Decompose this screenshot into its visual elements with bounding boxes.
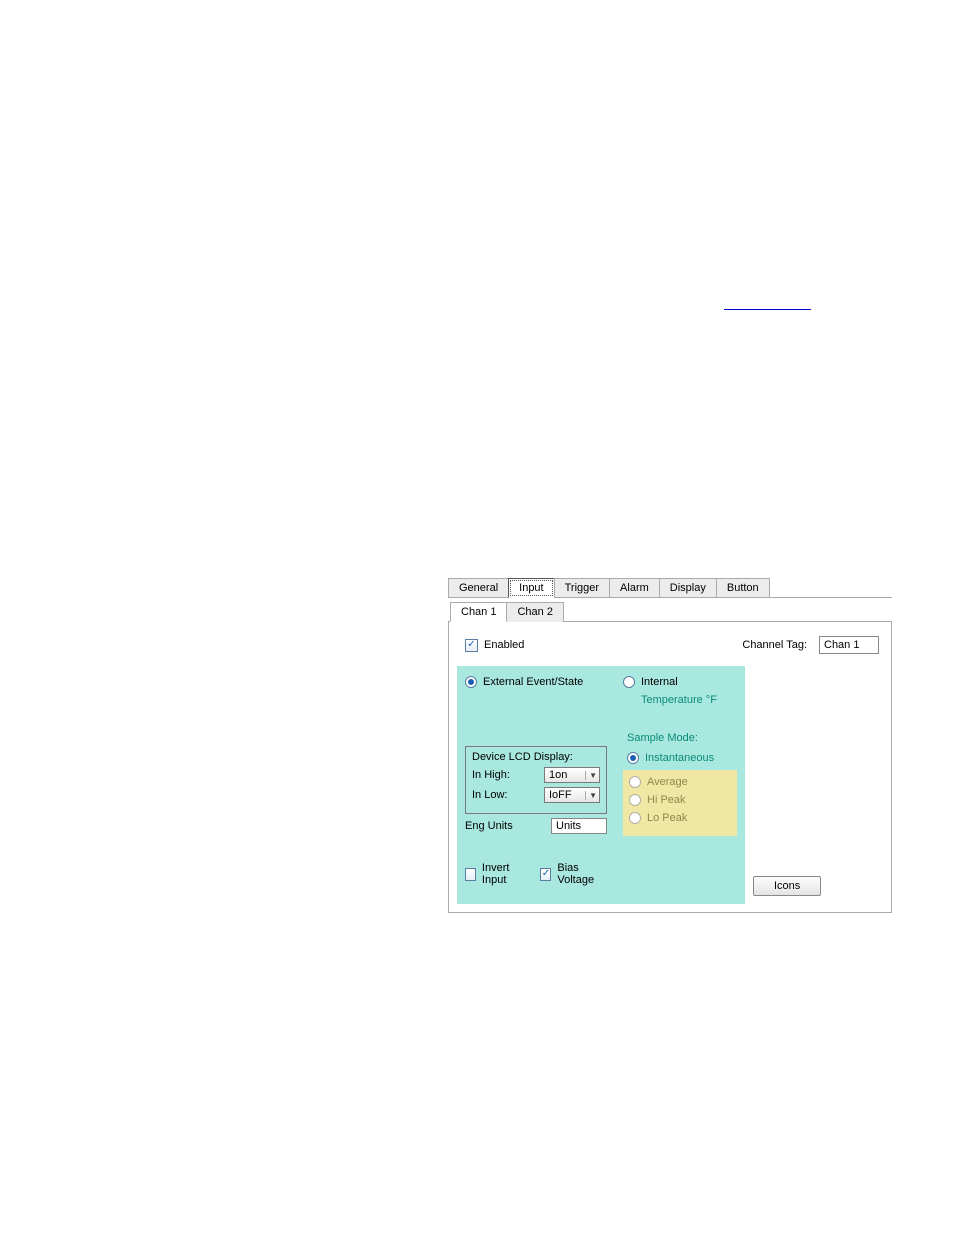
instantaneous-radio[interactable] bbox=[627, 752, 639, 764]
enabled-checkbox-group[interactable]: Enabled bbox=[465, 639, 524, 652]
tab-chan2[interactable]: Chan 2 bbox=[506, 602, 563, 622]
eng-units-input[interactable] bbox=[551, 818, 607, 834]
hi-peak-radio-row: Hi Peak bbox=[629, 794, 731, 806]
settings-tabs: General Input Trigger Alarm Display Butt… bbox=[448, 578, 892, 913]
invert-input-group[interactable]: Invert Input bbox=[465, 862, 526, 886]
in-high-value: 1on bbox=[549, 769, 567, 781]
enabled-label: Enabled bbox=[484, 639, 524, 651]
in-low-label: In Low: bbox=[472, 789, 507, 801]
external-event-radio[interactable] bbox=[465, 676, 477, 688]
decorative-underline bbox=[724, 309, 811, 310]
bias-voltage-checkbox[interactable] bbox=[540, 868, 551, 881]
instantaneous-radio-row[interactable]: Instantaneous bbox=[627, 752, 737, 764]
in-low-dropdown[interactable]: IoFF ▼ bbox=[544, 787, 600, 803]
tab-chan1[interactable]: Chan 1 bbox=[450, 602, 507, 622]
in-high-dropdown[interactable]: 1on ▼ bbox=[544, 767, 600, 783]
main-tab-row: General Input Trigger Alarm Display Butt… bbox=[448, 578, 892, 598]
tab-input[interactable]: Input bbox=[508, 578, 554, 598]
tab-display[interactable]: Display bbox=[659, 578, 717, 597]
bias-voltage-label: Bias Voltage bbox=[557, 862, 607, 886]
internal-source-column: Internal Temperature °F Sample Mode: Ins… bbox=[615, 666, 745, 904]
lo-peak-label: Lo Peak bbox=[647, 812, 687, 824]
invert-input-checkbox[interactable] bbox=[465, 868, 476, 881]
average-label: Average bbox=[647, 776, 688, 788]
enabled-checkbox[interactable] bbox=[465, 639, 478, 652]
instantaneous-label: Instantaneous bbox=[645, 752, 714, 764]
tab-trigger[interactable]: Trigger bbox=[554, 578, 610, 597]
lcd-legend: Device LCD Display: bbox=[472, 751, 600, 763]
tab-button[interactable]: Button bbox=[716, 578, 770, 597]
in-low-value: IoFF bbox=[549, 789, 572, 801]
channel-panel: Enabled Channel Tag: External Event/Stat… bbox=[448, 621, 892, 913]
average-radio bbox=[629, 776, 641, 788]
icons-button[interactable]: Icons bbox=[753, 876, 821, 896]
sample-mode-label: Sample Mode: bbox=[627, 732, 737, 744]
lo-peak-radio bbox=[629, 812, 641, 824]
enabled-and-tag-row: Enabled Channel Tag: bbox=[465, 636, 883, 654]
tab-general[interactable]: General bbox=[448, 578, 509, 597]
channel-tag-label: Channel Tag: bbox=[742, 639, 807, 651]
sample-mode-disabled-group: Average Hi Peak Lo Peak bbox=[623, 770, 737, 836]
external-source-column: External Event/State Device LCD Display:… bbox=[457, 666, 615, 904]
lcd-display-group: Device LCD Display: In High: 1on ▼ In Lo… bbox=[465, 746, 607, 814]
invert-input-label: Invert Input bbox=[482, 862, 527, 886]
chevron-down-icon: ▼ bbox=[585, 771, 597, 780]
bottom-check-row: Invert Input Bias Voltage bbox=[465, 862, 607, 886]
internal-radio-row[interactable]: Internal bbox=[623, 676, 737, 688]
internal-radio[interactable] bbox=[623, 676, 635, 688]
channel-tag-input[interactable] bbox=[819, 636, 879, 654]
hi-peak-label: Hi Peak bbox=[647, 794, 686, 806]
channel-tag-group: Channel Tag: bbox=[742, 636, 879, 654]
eng-units-label: Eng Units bbox=[465, 820, 513, 832]
lo-peak-radio-row: Lo Peak bbox=[629, 812, 731, 824]
hi-peak-radio bbox=[629, 794, 641, 806]
chevron-down-icon: ▼ bbox=[585, 791, 597, 800]
right-column: Icons bbox=[745, 666, 883, 904]
in-high-label: In High: bbox=[472, 769, 510, 781]
external-event-radio-row[interactable]: External Event/State bbox=[465, 676, 607, 688]
temperature-label: Temperature °F bbox=[641, 694, 737, 706]
average-radio-row: Average bbox=[629, 776, 731, 788]
external-event-label: External Event/State bbox=[483, 676, 583, 688]
internal-label: Internal bbox=[641, 676, 678, 688]
channel-tab-row: Chan 1 Chan 2 bbox=[448, 598, 892, 622]
bias-voltage-group[interactable]: Bias Voltage bbox=[540, 862, 607, 886]
tab-alarm[interactable]: Alarm bbox=[609, 578, 660, 597]
